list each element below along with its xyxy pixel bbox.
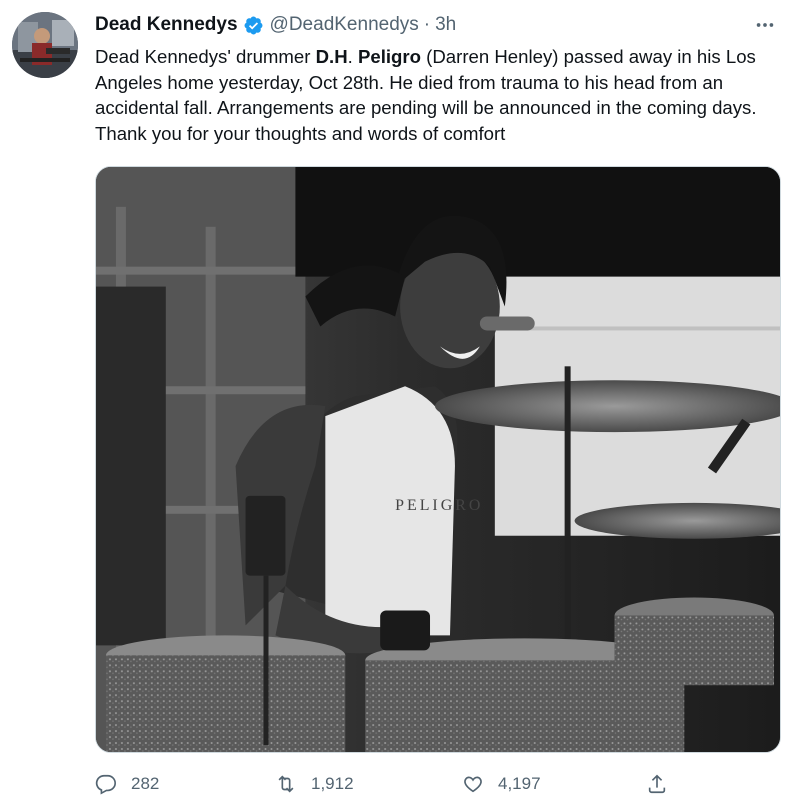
- handle[interactable]: @DeadKennedys: [270, 14, 419, 36]
- share-icon: [648, 774, 666, 794]
- tweet-text-bold: D.H: [315, 46, 348, 67]
- like-count: 4,197: [498, 774, 541, 793]
- reply-count: 282: [131, 774, 160, 793]
- retweet-button[interactable]: 1,912: [275, 773, 354, 795]
- tweet-text: Dead Kennedys' drummer D.H. Peligro (Dar…: [95, 44, 785, 146]
- verified-badge-icon: [243, 15, 264, 36]
- display-name[interactable]: Dead Kennedys: [95, 14, 238, 36]
- retweet-icon: [278, 775, 294, 793]
- tweet[interactable]: Dead Kennedys @DeadKennedys · 3h Dead Ke…: [0, 0, 800, 803]
- avatar[interactable]: [12, 12, 78, 78]
- tweet-text-bold: Peligro: [357, 46, 421, 67]
- heart-icon: [464, 776, 482, 793]
- tweet-text-part: .: [347, 46, 358, 67]
- share-button[interactable]: [646, 773, 668, 795]
- tweet-header: Dead Kennedys @DeadKennedys · 3h: [95, 12, 780, 38]
- reply-icon: [95, 774, 116, 795]
- retweet-count: 1,912: [311, 774, 354, 793]
- tweet-photo[interactable]: PELIGRO: [95, 166, 781, 753]
- like-button[interactable]: 4,197: [462, 773, 541, 795]
- separator-dot: ·: [423, 14, 431, 35]
- shirt-text: PELIGRO: [395, 497, 483, 514]
- tweet-actions: 282 1,912 4,197: [95, 768, 785, 800]
- timestamp[interactable]: 3h: [435, 14, 456, 36]
- more-horizontal-icon[interactable]: [750, 12, 780, 38]
- reply-button[interactable]: 282: [95, 773, 159, 795]
- tweet-text-part: Dead Kennedys' drummer: [95, 46, 316, 67]
